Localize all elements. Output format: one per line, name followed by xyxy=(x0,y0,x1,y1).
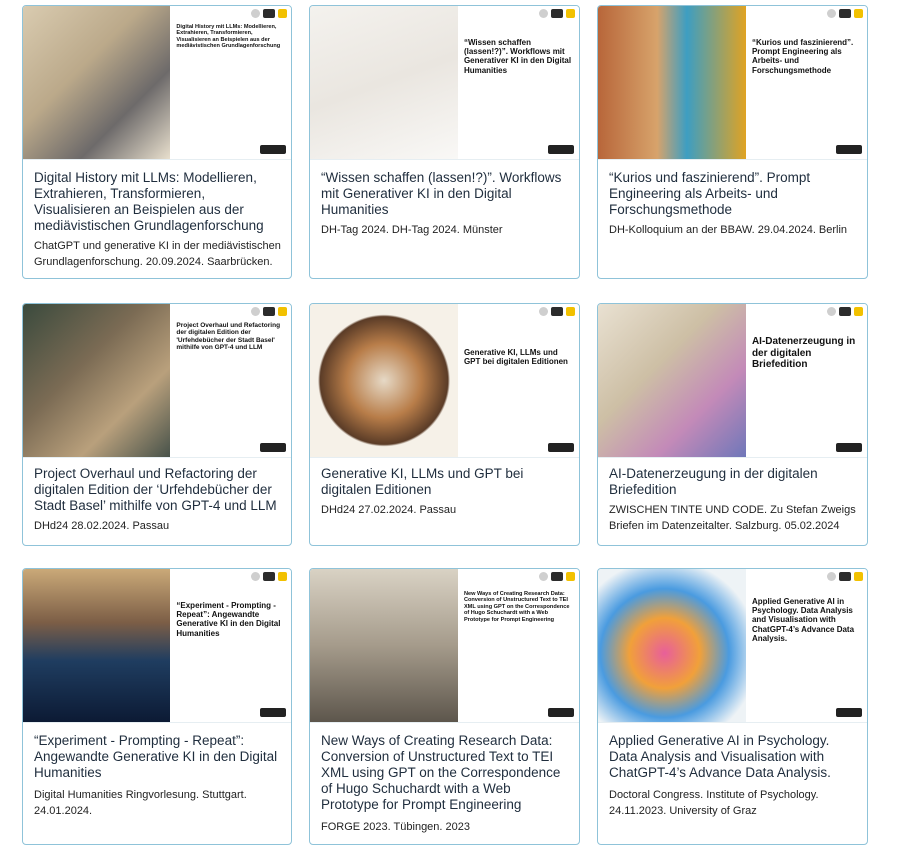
talk-title[interactable]: “Wissen schaffen (lassen!?)”. Workflows … xyxy=(321,170,569,218)
talk-description: Digital Humanities Ringvorlesung. Stuttg… xyxy=(34,789,247,817)
talk-title[interactable]: New Ways of Creating Research Data: Conv… xyxy=(321,733,569,813)
slide-thumbnail[interactable]: “Kurios und faszinierend”. Prompt Engine… xyxy=(598,6,867,160)
talk-card[interactable]: “Kurios und faszinierend”. Prompt Engine… xyxy=(597,5,868,279)
talk-description: ChatGPT und generative KI in der mediävi… xyxy=(34,240,281,268)
talk-card[interactable]: Project Overhaul und Refactoring der dig… xyxy=(22,303,292,546)
slide-preview: Project Overhaul und Refactoring der dig… xyxy=(170,304,291,457)
slide-title: Project Overhaul und Refactoring der dig… xyxy=(176,322,281,352)
talk-title[interactable]: Project Overhaul und Refactoring der dig… xyxy=(34,466,281,514)
cc-license-icon xyxy=(835,145,862,154)
slide-title: Digital History mit LLMs: Modellieren, E… xyxy=(176,24,281,50)
slide-title: “Wissen schaffen (lassen!?)”. Workflows … xyxy=(463,38,572,75)
cc-license-icon xyxy=(547,708,574,717)
talk-description: ZWISCHEN TINTE UND CODE. Zu Stefan Zweig… xyxy=(609,504,856,532)
cover-illustration xyxy=(310,569,458,722)
slide-title: New Ways of Creating Research Data: Conv… xyxy=(463,591,570,623)
talk-title[interactable]: “Kurios und faszinierend”. Prompt Engine… xyxy=(609,170,857,218)
slide-thumbnail[interactable]: New Ways of Creating Research Data: Conv… xyxy=(310,569,579,723)
cover-illustration xyxy=(310,304,458,457)
slide-thumbnail[interactable]: Applied Generative AI in Psychology. Dat… xyxy=(598,569,867,723)
slide-preview: AI-Datenerzeugung in der digitalen Brief… xyxy=(745,304,867,457)
talk-title[interactable]: Digital History mit LLMs: Modellieren, E… xyxy=(34,170,281,234)
slide-preview: “Wissen schaffen (lassen!?)”. Workflows … xyxy=(457,6,579,159)
cover-illustration xyxy=(23,304,171,457)
slide-preview: Generative KI, LLMs und GPT bei digitale… xyxy=(457,304,579,457)
talk-card[interactable]: Digital History mit LLMs: Modellieren, E… xyxy=(22,5,292,279)
talk-description: DHd24 28.02.2024. Passau xyxy=(34,520,170,532)
slide-thumbnail[interactable]: AI-Datenerzeugung in der digitalen Brief… xyxy=(598,304,867,458)
cc-license-icon xyxy=(259,145,286,154)
cover-illustration xyxy=(598,569,746,722)
talk-card[interactable]: “Experiment - Prompting - Repeat”: Angew… xyxy=(22,568,292,845)
cc-license-icon xyxy=(835,443,862,452)
slide-thumbnail[interactable]: Project Overhaul und Refactoring der dig… xyxy=(23,304,291,458)
cover-illustration xyxy=(23,569,171,722)
slide-thumbnail[interactable]: Generative KI, LLMs und GPT bei digitale… xyxy=(310,304,579,458)
slide-thumbnail[interactable]: “Experiment - Prompting - Repeat”: Angew… xyxy=(23,569,291,723)
cc-license-icon xyxy=(547,145,574,154)
talk-description: FORGE 2023. Tübingen. 2023 xyxy=(321,821,471,833)
talk-description: DH-Tag 2024. DH-Tag 2024. Münster xyxy=(321,224,503,236)
slide-title: AI-Datenerzeugung in der digitalen Brief… xyxy=(751,336,856,370)
cc-license-icon xyxy=(259,708,286,717)
cover-illustration xyxy=(23,6,171,159)
talk-title[interactable]: Applied Generative AI in Psychology. Dat… xyxy=(609,733,857,781)
talk-card[interactable]: Applied Generative AI in Psychology. Dat… xyxy=(597,568,868,845)
slide-title: Applied Generative AI in Psychology. Dat… xyxy=(751,597,855,643)
talk-card[interactable]: Generative KI, LLMs und GPT bei digitale… xyxy=(309,303,580,546)
talk-description: DHd24 27.02.2024. Passau xyxy=(321,504,457,516)
cover-illustration xyxy=(598,304,746,457)
slide-title: “Experiment - Prompting - Repeat”: Angew… xyxy=(176,601,281,638)
cc-license-icon xyxy=(259,443,286,452)
slide-preview: New Ways of Creating Research Data: Conv… xyxy=(457,569,579,722)
slide-preview: Digital History mit LLMs: Modellieren, E… xyxy=(170,6,291,159)
talk-card[interactable]: “Wissen schaffen (lassen!?)”. Workflows … xyxy=(309,5,580,279)
cover-illustration xyxy=(598,6,746,159)
cc-license-icon xyxy=(835,708,862,717)
slide-thumbnail[interactable]: “Wissen schaffen (lassen!?)”. Workflows … xyxy=(310,6,579,160)
talk-title[interactable]: “Experiment - Prompting - Repeat”: Angew… xyxy=(34,733,281,781)
slide-thumbnail[interactable]: Digital History mit LLMs: Modellieren, E… xyxy=(23,6,291,160)
slide-title: Generative KI, LLMs und GPT bei digitale… xyxy=(463,348,568,367)
talk-title[interactable]: AI-Datenerzeugung in der digitalen Brief… xyxy=(609,466,857,498)
cc-license-icon xyxy=(547,443,574,452)
slide-preview: Applied Generative AI in Psychology. Dat… xyxy=(745,569,867,722)
talk-description: DH-Kolloquium an der BBAW. 29.04.2024. B… xyxy=(609,224,848,236)
slide-preview: “Kurios und faszinierend”. Prompt Engine… xyxy=(745,6,867,159)
slide-preview: “Experiment - Prompting - Repeat”: Angew… xyxy=(170,569,291,722)
slide-title: “Kurios und faszinierend”. Prompt Engine… xyxy=(751,38,854,75)
talk-title[interactable]: Generative KI, LLMs und GPT bei digitale… xyxy=(321,466,569,498)
talk-card[interactable]: New Ways of Creating Research Data: Conv… xyxy=(309,568,580,845)
talk-description: Doctoral Congress. Institute of Psycholo… xyxy=(609,789,819,817)
cover-illustration xyxy=(310,6,458,159)
talk-card[interactable]: AI-Datenerzeugung in der digitalen Brief… xyxy=(597,303,868,546)
